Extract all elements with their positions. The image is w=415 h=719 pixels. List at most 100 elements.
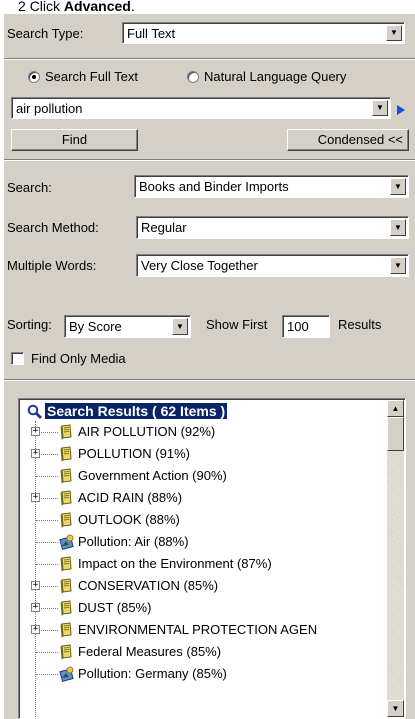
tree-item-label: POLLUTION (91%) [78,446,190,461]
search-results-tree[interactable]: Search Results ( 62 Items ) + AIR POLLUTI… [18,398,406,719]
scroll-down-button[interactable]: ▼ [387,700,404,717]
expand-icon[interactable]: + [31,581,40,590]
show-first-value: 100 [287,319,309,334]
search-type-value: Full Text [127,26,176,41]
tree-item-label: ACID RAIN (88%) [78,490,183,505]
tree-connector [36,564,58,565]
find-button[interactable]: Find [11,129,138,151]
results-scrollbar[interactable]: ▲ ▼ [387,400,404,717]
tree-item-label: ENVIRONMENTAL PROTECTION AGEN [78,622,318,637]
tree-item-label: Impact on the Environment (87%) [78,556,272,571]
book-icon [59,512,74,528]
tree-connector [36,542,58,543]
book-icon [59,600,74,616]
tree-item[interactable]: + CONSERVATION (85%) [19,576,387,596]
step-text: Click [29,0,64,14]
search-input[interactable]: air pollution ▼ [11,97,391,119]
book-icon [59,578,74,594]
search-method-label: Search Method: [7,220,99,235]
tree-connector [36,520,58,521]
multiple-words-value: Very Close Together [141,258,258,273]
book-icon [59,446,74,462]
radio-search-full-text[interactable] [28,71,40,83]
tree-item[interactable]: OUTLOOK (88%) [19,510,387,530]
chevron-down-icon[interactable]: ▼ [386,25,402,41]
search-method-select[interactable]: Regular ▼ [136,216,409,239]
tree-item[interactable]: + ENVIRONMENTAL PROTECTION AGEN [19,620,387,640]
tree-item[interactable]: + DUST (85%) [19,598,387,618]
search-type-select[interactable]: Full Text ▼ [122,22,405,44]
results-header-row[interactable]: Search Results ( 62 Items ) [19,402,389,422]
search-type-label: Search Type: [7,26,84,41]
search-scope-select[interactable]: Books and Binder Imports ▼ [134,175,409,198]
book-icon [59,644,74,660]
sorting-select[interactable]: By Score ▼ [64,315,191,338]
sorting-label: Sorting: [7,317,52,332]
chevron-down-icon[interactable]: ▼ [390,257,406,274]
scroll-thumb[interactable] [387,417,404,451]
tree-connector [36,476,58,477]
book-icon [59,468,74,484]
sorting-value: By Score [69,319,122,334]
book-icon [59,424,74,440]
tree-item[interactable]: Pollution: Air (88%) [19,532,387,552]
expand-icon[interactable]: + [31,449,40,458]
expand-icon[interactable]: + [31,603,40,612]
expand-icon[interactable]: + [31,493,40,502]
tree-item[interactable]: + POLLUTION (91%) [19,444,387,464]
show-first-label: Show First [206,317,268,332]
expand-icon[interactable]: + [31,625,40,634]
divider [4,379,415,381]
tree-item[interactable]: + AIR POLLUTION (92%) [19,422,387,442]
book-icon [59,556,74,572]
tree-connector [36,652,58,653]
step-suffix: . [130,0,135,14]
step-number: 2 [18,0,26,14]
results-header: Search Results ( 62 Items ) [45,403,228,419]
tree-item-label: Pollution: Air (88%) [78,534,189,549]
run-search-icon[interactable] [392,102,410,118]
tree-item-label: CONSERVATION (85%) [78,578,219,593]
search-input-value: air pollution [16,101,83,116]
chevron-down-icon[interactable]: ▼ [172,318,188,335]
find-only-media-label: Find Only Media [31,351,126,366]
book-icon [59,490,74,506]
show-first-input[interactable]: 100 [282,315,330,338]
divider [4,159,415,161]
tree-item-label: OUTLOOK (88%) [78,512,180,527]
tree-item[interactable]: Government Action (90%) [19,466,387,486]
tree-item[interactable]: Impact on the Environment (87%) [19,554,387,574]
search-scope-value: Books and Binder Imports [139,179,289,194]
divider [4,58,415,60]
media-icon [59,534,74,550]
find-only-media-checkbox[interactable] [11,352,24,365]
radio-full-text-label: Search Full Text [45,69,138,84]
tree-item-label: Government Action (90%) [78,468,227,483]
book-icon [59,622,74,638]
tree-item-label: AIR POLLUTION (92%) [78,424,216,439]
search-label: Search: [7,180,52,195]
radio-natural-language[interactable] [187,71,199,83]
search-method-value: Regular [141,220,187,235]
tree-item[interactable]: + ACID RAIN (88%) [19,488,387,508]
step-emphasis: Advanced [63,0,131,14]
search-magnifier-icon [27,404,43,420]
results-label: Results [338,317,382,332]
tree-connector [36,674,58,675]
chevron-down-icon[interactable]: ▼ [390,219,406,236]
expand-icon[interactable]: + [31,427,40,436]
chevron-down-icon[interactable]: ▼ [390,178,406,195]
multiple-words-label: Multiple Words: [7,258,97,273]
tree-item-label: Federal Measures (85%) [78,644,222,659]
condensed-button[interactable]: Condensed << [287,129,409,151]
media-icon [59,666,74,682]
scroll-up-button[interactable]: ▲ [387,400,404,417]
chevron-down-icon[interactable]: ▼ [372,100,388,116]
tree-item[interactable]: Pollution: Germany (85%) [19,664,387,684]
tree-item[interactable]: Federal Measures (85%) [19,642,387,662]
search-panel: Search Type: Full Text ▼ Search Full Tex… [4,14,415,719]
multiple-words-select[interactable]: Very Close Together ▼ [136,254,409,277]
tree-item-label: Pollution: Germany (85%) [78,666,227,681]
radio-natural-label: Natural Language Query [204,69,347,84]
tree-item-label: DUST (85%) [78,600,152,615]
